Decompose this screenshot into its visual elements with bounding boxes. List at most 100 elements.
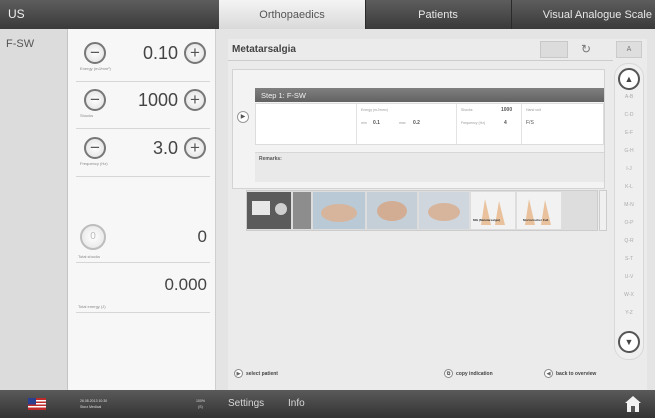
foot-shape bbox=[321, 204, 357, 222]
step-handpiece-value: F/S bbox=[526, 120, 534, 126]
step-shocks-value: 1000 bbox=[501, 107, 513, 113]
reset-counter-button[interactable]: 0 bbox=[80, 224, 106, 250]
shocks-control: − 1000 + Shocks bbox=[76, 87, 210, 129]
remarks-label: Remarks: bbox=[259, 156, 282, 162]
step-header[interactable]: Step 1: F-SW bbox=[255, 88, 604, 102]
az-index: ▲ A-B C-D E-F G-H I-J K-L M-N O-P Q-R S-T U-V W-X Y-… bbox=[614, 63, 644, 360]
protocol-item-fsw[interactable]: F-SW bbox=[0, 29, 67, 55]
step-frequency-label: Frequency (Hz) bbox=[461, 121, 486, 125]
az-letter-g-h[interactable]: G-H bbox=[615, 148, 643, 154]
divider bbox=[76, 312, 210, 313]
copy-indication-button[interactable]: ⧉ copy indication bbox=[444, 369, 493, 378]
foot-shape bbox=[428, 203, 460, 221]
az-letter-k-l[interactable]: K-L bbox=[615, 184, 643, 190]
total-energy-label: Total energy (J) bbox=[78, 304, 106, 309]
copy-indication-label: copy indication bbox=[456, 370, 493, 377]
az-letter-i-j[interactable]: I-J bbox=[615, 166, 643, 172]
shocks-value: 1000 bbox=[137, 90, 178, 110]
home-icon[interactable] bbox=[624, 395, 642, 413]
step-min-label: min bbox=[361, 121, 367, 125]
treatment-photo bbox=[293, 192, 311, 229]
energy-increase-button[interactable]: + bbox=[184, 42, 206, 64]
scroll-down-button[interactable]: ▼ bbox=[618, 331, 640, 353]
image-strip-scrollbar[interactable] bbox=[599, 190, 607, 231]
parameter-panel: − 0.10 + Energy (mJ/mm²) − 1000 + Shocks… bbox=[68, 29, 216, 390]
battery-status: 100% (S) bbox=[196, 398, 205, 410]
image-caption: Mortonischer Fuß bbox=[523, 218, 549, 222]
print-button[interactable] bbox=[540, 41, 568, 58]
mode-label: US bbox=[8, 7, 25, 21]
az-letter-m-n[interactable]: M-N bbox=[615, 202, 643, 208]
play-icon: ▶ bbox=[234, 369, 243, 378]
status-bar: 26.08.2013 10:30 Storz Medical 100% (S) … bbox=[0, 390, 655, 418]
date-time: 26.08.2013 10:30 Storz Medical bbox=[80, 398, 107, 410]
az-letter-s-t[interactable]: S-T bbox=[615, 256, 643, 262]
divider bbox=[76, 262, 210, 263]
step-list: ▶ Step 1: F-SW Energy (mJ/mm²) min 0.1 m… bbox=[232, 69, 605, 189]
indication-title: Metatarsalgia bbox=[232, 44, 296, 55]
step-max-value: 0.2 bbox=[413, 120, 420, 126]
info-link[interactable]: Info bbox=[288, 398, 305, 409]
indication-images bbox=[247, 192, 561, 229]
step-max-label: max bbox=[399, 121, 406, 125]
image-strip[interactable]: Mtk (Metatarsalgie) Mortonischer Fuß bbox=[246, 190, 598, 231]
shocks-increase-button[interactable]: + bbox=[184, 89, 206, 111]
frequency-control: − 3.0 + Frequency (Hz) bbox=[76, 135, 210, 177]
az-top-button[interactable]: A bbox=[616, 41, 642, 58]
frequency-decrease-button[interactable]: − bbox=[84, 137, 106, 159]
top-bar: US Orthopaedics Patients Visual Analogue… bbox=[0, 0, 655, 29]
step-parameters: Energy (mJ/mm²) min 0.1 max 0.2 Shocks 1… bbox=[255, 103, 604, 145]
tab-visual-analogue-scale[interactable]: Visual Analogue Scale bbox=[511, 0, 655, 29]
copy-icon: ⧉ bbox=[444, 369, 453, 378]
step-energy-cell: Energy (mJ/mm²) min 0.1 max 0.2 bbox=[356, 104, 456, 144]
tab-orthopaedics[interactable]: Orthopaedics bbox=[219, 0, 365, 29]
select-patient-button[interactable]: ▶ select patient bbox=[234, 369, 278, 378]
shocks-unit-label: Shocks bbox=[80, 113, 94, 118]
select-patient-label: select patient bbox=[246, 370, 278, 377]
back-icon: ◀ bbox=[544, 369, 553, 378]
image-caption: Mtk (Metatarsalgie) bbox=[473, 218, 501, 222]
device-handpiece bbox=[275, 203, 287, 215]
settings-link[interactable]: Settings bbox=[228, 398, 264, 409]
tab-patients[interactable]: Patients bbox=[365, 0, 511, 29]
anatomy-drawing bbox=[517, 192, 561, 229]
protocol-list: F-SW bbox=[0, 29, 68, 390]
az-letter-q-r[interactable]: Q-R bbox=[615, 238, 643, 244]
total-shocks-label: Total shocks bbox=[78, 254, 101, 259]
remarks-box: Remarks: bbox=[255, 152, 604, 182]
az-letter-w-x[interactable]: W-X bbox=[615, 292, 643, 298]
flag-icon[interactable] bbox=[28, 398, 46, 410]
energy-decrease-button[interactable]: − bbox=[84, 42, 106, 64]
energy-control: − 0.10 + Energy (mJ/mm²) bbox=[76, 40, 210, 82]
energy-unit-label: Energy (mJ/mm²) bbox=[80, 66, 111, 71]
frequency-increase-button[interactable]: + bbox=[184, 137, 206, 159]
step-handpiece-cell: Hand unit F/S bbox=[521, 104, 603, 144]
action-bar: ▶ select patient ⧉ copy indication ◀ bac… bbox=[228, 369, 647, 387]
az-letter-e-f[interactable]: E-F bbox=[615, 130, 643, 136]
frequency-value: 3.0 bbox=[152, 138, 178, 158]
refresh-icon[interactable]: ↻ bbox=[581, 42, 591, 56]
battery-label: (S) bbox=[198, 405, 203, 409]
az-letter-a-b[interactable]: A-B bbox=[615, 94, 643, 100]
az-letter-c-d[interactable]: C-D bbox=[615, 112, 643, 118]
az-letter-u-v[interactable]: U-V bbox=[615, 274, 643, 280]
shocks-decrease-button[interactable]: − bbox=[84, 89, 106, 111]
az-letter-o-p[interactable]: O-P bbox=[615, 220, 643, 226]
step-energy-label: Energy (mJ/mm²) bbox=[361, 108, 389, 112]
device-screen bbox=[252, 201, 270, 215]
anatomy-drawing bbox=[471, 192, 515, 229]
total-energy-value: 0.000 bbox=[164, 275, 207, 294]
scroll-up-button[interactable]: ▲ bbox=[618, 68, 640, 90]
step-min-value: 0.1 bbox=[373, 120, 380, 126]
frequency-unit-label: Frequency (Hz) bbox=[80, 161, 108, 166]
indication-panel: Metatarsalgia ↻ A ▶ Step 1: F-SW Energy … bbox=[228, 39, 647, 390]
energy-value: 0.10 bbox=[142, 43, 178, 63]
step-shocks-cell: Shocks 1000 Frequency (Hz) 4 bbox=[456, 104, 521, 144]
total-shocks-value: 0 bbox=[197, 227, 207, 246]
back-to-overview-label: back to overview bbox=[556, 370, 597, 377]
step-shocks-label: Shocks bbox=[461, 108, 473, 112]
foot-shape bbox=[377, 201, 407, 221]
expand-step-button[interactable]: ▶ bbox=[237, 111, 249, 123]
back-to-overview-button[interactable]: ◀ back to overview bbox=[544, 369, 596, 378]
az-letter-y-z[interactable]: Y-Z bbox=[615, 310, 643, 316]
